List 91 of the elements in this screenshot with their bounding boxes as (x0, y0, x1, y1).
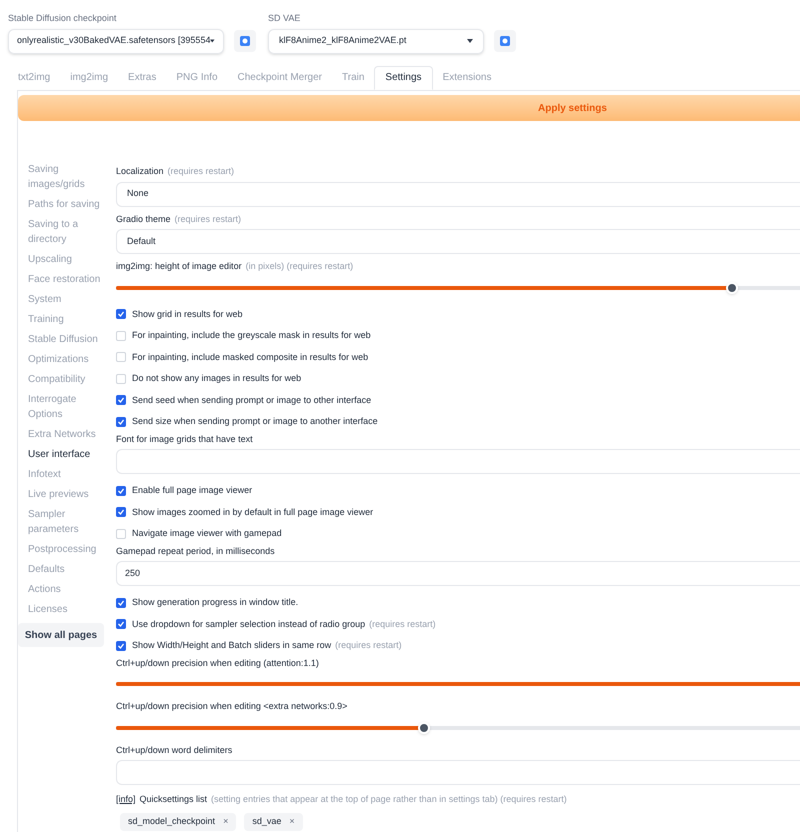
setting-label: Quicksettings list (140, 793, 208, 806)
checkbox[interactable] (116, 416, 126, 427)
sidebar-item[interactable]: Interrogate Options (28, 389, 108, 424)
checkbox[interactable] (116, 507, 126, 518)
refresh-button[interactable] (234, 30, 256, 52)
checkbox[interactable] (116, 598, 126, 608)
slider[interactable] (116, 722, 800, 734)
setting-note: (requires restart) (174, 212, 242, 226)
checkbox-label: Do not show any images in results for web (132, 372, 302, 385)
tab[interactable]: txt2img (8, 66, 60, 90)
checkbox[interactable] (116, 330, 126, 341)
tab[interactable]: img2img (60, 66, 118, 90)
setting-label: Ctrl+up/down precision when editing <extra networks:0.9> (116, 700, 348, 713)
checkbox-label: Show Width/Height and Batch sliders in same row (132, 639, 332, 652)
sidebar-item[interactable]: Licenses (28, 599, 108, 619)
checkbox-label: Enable full page image viewer (132, 484, 252, 497)
checkbox[interactable] (116, 528, 126, 539)
refresh-button[interactable] (494, 30, 516, 52)
sidebar-item[interactable]: Compatibility (28, 369, 108, 389)
sidebar-item[interactable]: Face restoration (28, 269, 108, 289)
tab[interactable]: Train (332, 66, 374, 90)
sidebar-item[interactable]: Live previews (28, 484, 108, 504)
tag-chip[interactable]: sd_model_checkpoint × (120, 812, 236, 830)
setting-note: (in pixels) (requires restart) (246, 260, 354, 273)
setting-label: Gradio theme (116, 212, 171, 226)
caret-icon (210, 39, 215, 43)
checkbox-label: Show grid in results for web (132, 308, 243, 321)
text-field[interactable] (116, 760, 800, 785)
tag-chip[interactable]: sd_vae × (244, 812, 303, 830)
remove-icon[interactable]: × (223, 814, 228, 828)
checkbox-label: Show images zoomed in by default in full page image viewer (132, 506, 374, 519)
info-link[interactable]: [info] (116, 793, 136, 806)
field-label: SD VAE (268, 12, 302, 25)
sidebar-item[interactable]: Optimizations (28, 349, 108, 369)
checkbox[interactable] (116, 309, 126, 320)
sidebar-item[interactable]: Actions (28, 579, 108, 599)
slider[interactable] (116, 282, 800, 294)
dropdown-field[interactable]: Default (116, 229, 800, 254)
sidebar-item[interactable]: Upscaling (28, 249, 108, 269)
setting-note: (requires restart) (168, 165, 234, 178)
checkbox[interactable] (116, 352, 126, 362)
sidebar-item[interactable]: Saving to a directory (28, 214, 108, 249)
sidebar-item[interactable]: Extra Networks (28, 424, 108, 444)
setting-label: Ctrl+up/down word delimiters (116, 744, 232, 757)
remove-icon[interactable]: × (289, 814, 295, 828)
checkbox-label: Use dropdown for sampler selection instead of radio group (132, 618, 366, 631)
tab[interactable]: Extras (118, 66, 166, 90)
setting-label: Font for image grids that have text (116, 432, 253, 446)
checkpoint-dropdown[interactable]: onlyrealistic_v30BakedVAE.safetensors [395554 (8, 28, 224, 54)
show-all-pages-button[interactable]: Show all pages (18, 623, 104, 647)
sidebar-item[interactable]: System (28, 289, 108, 309)
caret-icon (467, 39, 473, 43)
dropdown-field[interactable]: None (116, 182, 800, 206)
field-label: Stable Diffusion checkpoint (8, 12, 118, 25)
tab[interactable]: Extensions (432, 66, 502, 90)
sidebar-item[interactable]: Saving images/grids (28, 159, 108, 194)
checkbox[interactable] (116, 619, 126, 630)
text-field[interactable] (116, 449, 800, 474)
sidebar-item[interactable]: Defaults (28, 559, 108, 579)
checkbox-label: Send seed when sending prompt or image to other interface (132, 394, 372, 407)
slider-thumb[interactable] (418, 722, 430, 734)
setting-note: (setting entries that appear at the top of page rather than in settings tab) (requires restart) (211, 793, 567, 806)
checkbox-label: Show generation progress in window title. (132, 596, 298, 609)
checkbox[interactable] (116, 486, 126, 496)
sidebar-item[interactable]: Sampler parameters (28, 504, 108, 539)
text-field[interactable]: 250 (116, 561, 800, 586)
setting-label: img2img: height of image editor (116, 260, 242, 273)
setting-note: (requires restart) (335, 639, 402, 652)
setting-note: (requires restart) (369, 618, 436, 631)
checkbox[interactable] (116, 640, 126, 651)
checkbox-label: For inpainting, include the greyscale mask in results for web (132, 329, 371, 342)
sidebar-item[interactable]: Training (28, 309, 108, 329)
tab[interactable]: Settings (374, 66, 433, 90)
checkbox-label: Send size when sending prompt or image to another interface (132, 415, 378, 428)
setting-label: Gamepad repeat period, in milliseconds (116, 544, 275, 558)
vae-dropdown[interactable]: klF8Anime2_klF8Anime2VAE.pt (268, 28, 484, 54)
slider-thumb[interactable] (726, 282, 738, 294)
sidebar-item[interactable]: Infotext (28, 464, 108, 484)
checkbox-label: For inpainting, include masked composite in results for web (132, 350, 368, 364)
sidebar-item[interactable]: User interface (28, 444, 108, 464)
setting-label: Ctrl+up/down precision when editing (attention:1.1) (116, 656, 319, 670)
checkbox-label: Navigate image viewer with gamepad (132, 527, 282, 540)
checkbox[interactable] (116, 374, 126, 384)
checkbox[interactable] (116, 395, 126, 406)
apply-settings-button[interactable]: Apply settings (18, 95, 800, 121)
tab[interactable]: PNG Info (166, 66, 228, 90)
sidebar-item[interactable]: Postprocessing (28, 539, 108, 559)
tab[interactable]: Checkpoint Merger (228, 66, 332, 90)
sidebar-item[interactable]: Paths for saving (28, 194, 108, 214)
sidebar-item[interactable]: Stable Diffusion (28, 329, 108, 349)
setting-label: Localization (116, 165, 164, 178)
